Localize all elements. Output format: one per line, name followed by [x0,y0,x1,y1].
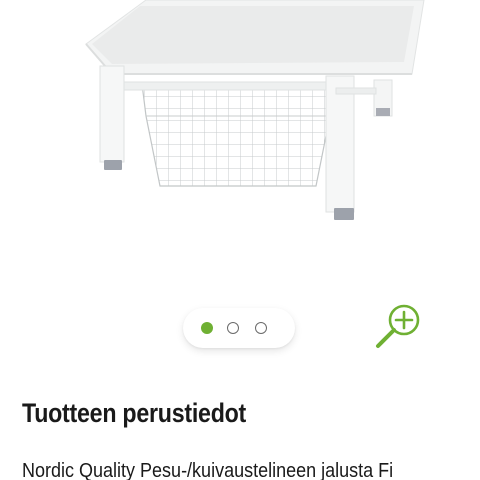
zoom-in-icon [376,304,420,348]
carousel-dot-3[interactable] [255,322,267,334]
product-description: Nordic Quality Pesu-/kuivaustelineen jal… [22,460,394,480]
carousel-dot-1[interactable] [201,322,213,334]
zoom-button[interactable] [372,300,424,352]
product-page: Tuotteen perustiedot Nordic Quality Pesu… [0,0,480,480]
carousel-dot-2[interactable] [227,322,239,334]
carousel-indicator [183,308,295,348]
product-image-gallery[interactable] [0,0,480,360]
section-title: Tuotteen perustiedot [22,398,247,428]
